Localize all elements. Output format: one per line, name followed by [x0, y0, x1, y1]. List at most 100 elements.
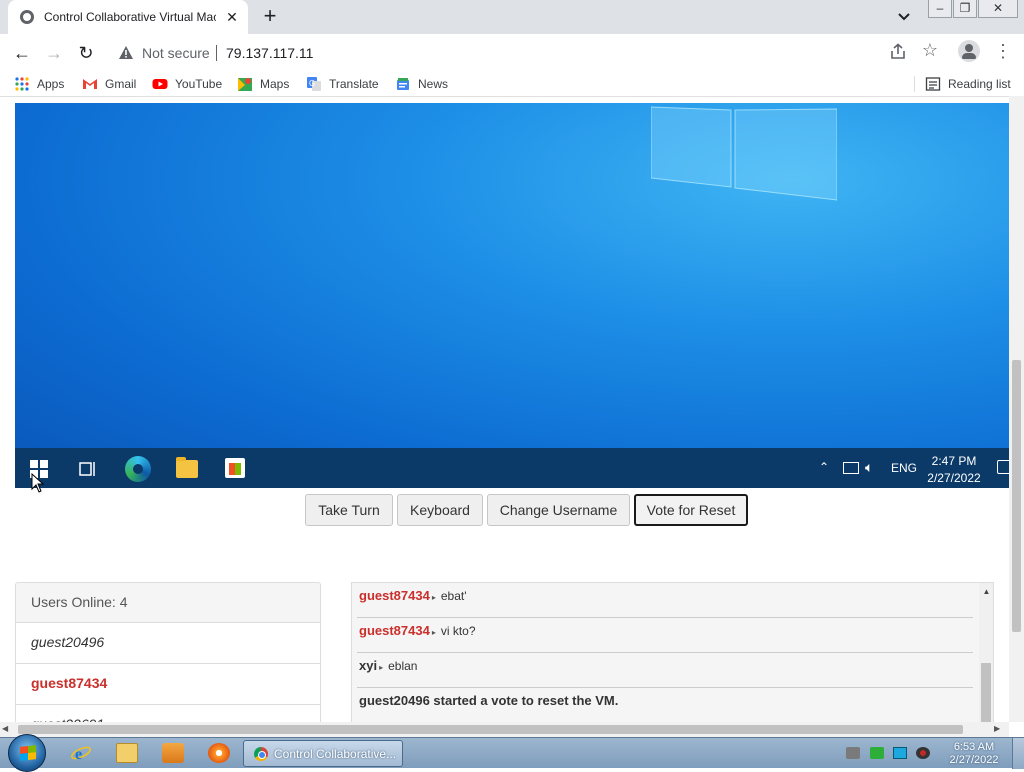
bookmark-star-icon[interactable]: ☆	[920, 40, 940, 62]
input-language[interactable]: ENG	[891, 461, 917, 475]
tab-search-chevron-icon[interactable]	[892, 6, 916, 28]
tray-volume-muted-icon[interactable]	[916, 747, 930, 759]
host-clock[interactable]: 6:53 AM 2/27/2022	[944, 741, 1004, 767]
tray-battery-icon[interactable]	[870, 747, 884, 759]
reload-icon[interactable]: ↻	[72, 39, 100, 67]
minimize-window-button[interactable]: –	[928, 0, 952, 18]
chat-username[interactable]: guest87434	[359, 623, 430, 638]
url-text[interactable]: 79.137.117.11	[226, 45, 313, 61]
chat-arrow-icon: ▸	[431, 593, 436, 602]
task-view-icon[interactable]	[79, 460, 97, 478]
svg-text:G: G	[309, 79, 315, 88]
bookmark-apps-label: Apps	[37, 77, 65, 91]
close-window-button[interactable]: ✕	[978, 0, 1018, 18]
bookmark-news-label: News	[418, 77, 449, 91]
media-player-icon[interactable]	[162, 743, 184, 763]
chat-arrow-icon: ▸	[379, 663, 384, 672]
maps-pin-icon	[238, 78, 252, 91]
forward-arrow-icon[interactable]: →	[40, 39, 68, 67]
taskbar-chrome-window[interactable]: Control Collaborative...	[243, 740, 403, 767]
notifications-icon[interactable]	[997, 460, 1009, 474]
user-list-item[interactable]: guest20496	[16, 623, 320, 664]
page-vertical-scroll-thumb[interactable]	[1012, 360, 1021, 632]
bookmarks-divider	[914, 76, 915, 92]
kebab-menu-icon[interactable]: ⋮	[994, 40, 1012, 62]
bookmark-translate-label: Translate	[329, 77, 379, 91]
chat-username[interactable]: guest87434	[359, 588, 430, 603]
vote-reset-button[interactable]: Vote for Reset	[634, 494, 748, 526]
security-status[interactable]: Not secure	[142, 45, 210, 61]
profile-avatar-icon[interactable]	[958, 40, 980, 62]
bookmark-apps[interactable]: Apps	[14, 76, 64, 92]
bookmark-translate[interactable]: G Translate	[306, 76, 379, 92]
warning-icon[interactable]	[118, 45, 134, 61]
volume-muted-icon[interactable]: 🔈︎	[865, 459, 873, 476]
bookmark-gmail[interactable]: Gmail	[82, 76, 136, 92]
chat-panel[interactable]: guest87434 ▸ ebat' guest87434 ▸ vi kto? xyi ▸…	[351, 582, 994, 728]
chrome-icon	[254, 747, 268, 761]
keyboard-button[interactable]: Keyboard	[397, 494, 483, 526]
tray-overflow-chevron-icon[interactable]: ⌃	[819, 460, 829, 474]
chat-scrollbar[interactable]: ▲	[979, 583, 993, 727]
scroll-left-arrow-icon[interactable]: ◀	[2, 724, 8, 733]
tab-close-icon[interactable]: ✕	[224, 8, 240, 26]
bookmark-news[interactable]: News	[395, 76, 448, 92]
take-turn-button[interactable]: Take Turn	[305, 494, 393, 526]
address-separator	[216, 45, 217, 61]
show-desktop-button[interactable]	[1012, 738, 1024, 769]
bookmark-maps[interactable]: Maps	[237, 76, 289, 92]
host-taskbar: e Control Collaborative... 6:53 AM 2/27/…	[0, 734, 1024, 772]
paint-icon[interactable]	[208, 743, 230, 763]
vm-clock[interactable]: 2:47 PM 2/27/2022	[927, 453, 981, 487]
news-icon	[397, 78, 409, 90]
vm-clock-date: 2/27/2022	[927, 471, 981, 485]
page-vertical-scrollbar[interactable]	[1009, 96, 1024, 722]
browser-tab[interactable]: Control Collaborative Virtual Machine ✕	[8, 0, 248, 34]
tab-title: Control Collaborative Virtual Machine	[44, 10, 216, 24]
windows-explorer-icon[interactable]	[116, 743, 138, 763]
vm-taskbar: ⌃ 🔈︎ ENG 2:47 PM 2/27/2022	[15, 448, 1009, 488]
apps-grid-icon	[15, 77, 29, 91]
chat-text: vi kto?	[440, 624, 476, 638]
change-username-button[interactable]: Change Username	[487, 494, 630, 526]
host-clock-date: 2/27/2022	[949, 754, 999, 766]
vm-screen[interactable]: ⌃ 🔈︎ ENG 2:47 PM 2/27/2022	[15, 103, 1009, 488]
globe-icon	[20, 10, 34, 24]
users-online-header: Users Online: 4	[16, 583, 320, 623]
bookmark-youtube[interactable]: YouTube	[152, 76, 222, 92]
tray-monitor-icon[interactable]	[893, 747, 907, 759]
gmail-icon	[83, 79, 97, 89]
chat-scroll-thumb[interactable]	[981, 663, 991, 723]
host-clock-time: 6:53 AM	[953, 741, 995, 753]
taskbar-chrome-label: Control Collaborative...	[274, 747, 397, 761]
reading-list[interactable]: Reading list	[925, 76, 1011, 92]
bookmark-maps-label: Maps	[260, 77, 290, 91]
new-tab-button[interactable]: +	[258, 5, 282, 29]
tab-strip: Control Collaborative Virtual Machine ✕ …	[0, 0, 1024, 34]
content-top-border	[0, 96, 1024, 103]
network-icon[interactable]	[843, 462, 859, 474]
microsoft-store-icon[interactable]	[225, 458, 245, 478]
scroll-up-arrow-icon[interactable]: ▲	[979, 587, 993, 597]
vm-clock-time: 2:47 PM	[931, 454, 977, 468]
back-arrow-icon[interactable]: ←	[8, 39, 36, 67]
bookmark-gmail-label: Gmail	[105, 77, 137, 91]
page-horizontal-scroll-thumb[interactable]	[18, 725, 963, 734]
share-icon[interactable]	[888, 42, 908, 62]
chat-message: guest87434 ▸ vi kto?	[357, 618, 973, 653]
edge-browser-icon[interactable]	[125, 456, 151, 482]
file-explorer-icon[interactable]	[176, 457, 198, 478]
reading-list-icon	[925, 77, 941, 91]
address-bar[interactable]: Not secure 79.137.117.11	[108, 38, 948, 68]
svg-text:e: e	[75, 746, 82, 763]
user-list-item[interactable]: guest87434	[16, 664, 320, 705]
host-start-orb-icon[interactable]	[8, 734, 46, 772]
chat-message: guest87434 ▸ ebat'	[357, 583, 973, 618]
internet-explorer-icon[interactable]: e	[70, 743, 92, 763]
restore-window-button[interactable]: ❐	[953, 0, 977, 18]
tray-security-icon[interactable]	[846, 747, 860, 759]
page-horizontal-scrollbar[interactable]: ◀ ▶	[0, 722, 1009, 737]
chat-username[interactable]: xyi	[359, 658, 377, 673]
scroll-right-arrow-icon[interactable]: ▶	[994, 724, 1000, 733]
windows-flag-icon	[20, 745, 36, 761]
